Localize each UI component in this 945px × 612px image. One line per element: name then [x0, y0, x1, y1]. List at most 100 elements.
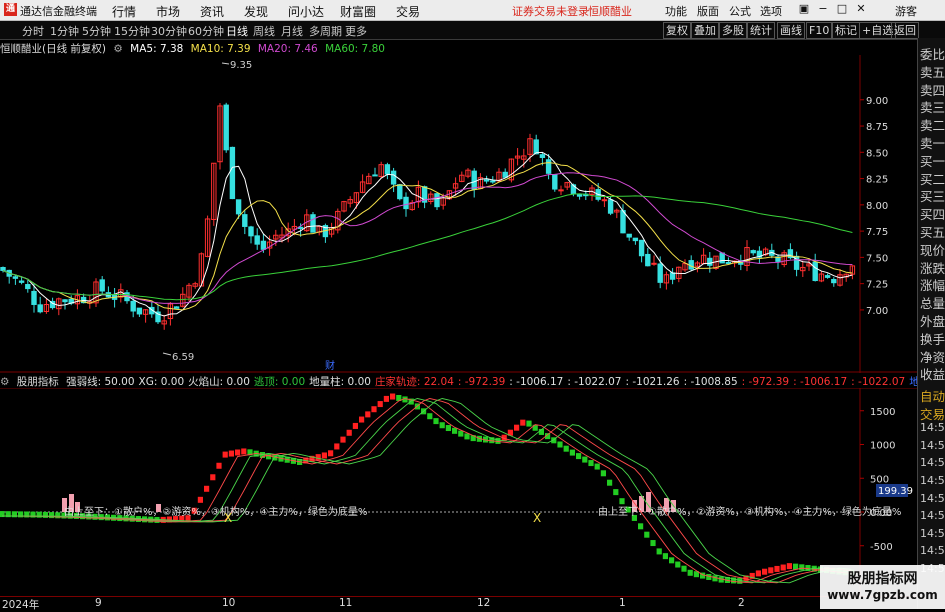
tab-monthly[interactable]: 月线	[281, 23, 303, 39]
menu-gongneng[interactable]: 功能	[665, 3, 687, 19]
price-tick-label: 8.00	[866, 201, 888, 212]
mark-button[interactable]: 标记	[832, 22, 860, 39]
sidebar-label: 卖一	[920, 136, 945, 151]
f10-button[interactable]: F10	[806, 22, 833, 39]
login-status[interactable]: 证券交易未登录	[512, 3, 589, 19]
ma20-label: MA20: 7.46	[257, 43, 318, 55]
indicator-value: 强弱线: 50.00	[66, 376, 135, 388]
guest-label[interactable]: 游客	[895, 3, 917, 19]
minimize-icon[interactable]: −	[816, 2, 830, 16]
kline-chart[interactable]: 9.00 8.75 8.50 8.25 8.00 7.75 7.50 7.25 7.00 9.3…	[0, 55, 917, 373]
candle-body	[434, 193, 440, 208]
candle-body	[136, 307, 143, 315]
trend-block	[582, 456, 588, 463]
menu-caifuquan[interactable]: 财富圈	[340, 3, 376, 20]
tab-more[interactable]: 更多	[345, 23, 367, 39]
trend-block	[328, 450, 334, 457]
candle-body	[824, 275, 831, 278]
ind-tick-label: -500	[870, 542, 893, 553]
maximize-icon[interactable]: □	[835, 2, 849, 16]
tab-15min[interactable]: 15分钟	[114, 23, 150, 39]
trend-block	[594, 463, 600, 470]
candle-body	[235, 199, 242, 215]
smooth-line	[2, 398, 852, 584]
menu-shichang[interactable]: 市场	[156, 3, 180, 20]
sidebar-time: 14:56	[920, 544, 945, 558]
menu-zixun[interactable]: 资讯	[200, 3, 224, 20]
candle-body	[403, 196, 409, 210]
menu-gongshi[interactable]: 公式	[729, 3, 751, 19]
indicator-value: 庄家轨迹: 22.04	[374, 376, 454, 388]
sidebar-label: 涨幅	[920, 278, 945, 294]
trend-block	[588, 460, 594, 467]
trend-block	[520, 419, 526, 426]
trend-block	[445, 425, 451, 432]
ind-tick-label: 1000	[870, 441, 895, 452]
date-axis: 2024年 9 10 11 12 1 2	[0, 596, 917, 611]
trend-block	[687, 569, 693, 576]
trend-block	[340, 436, 346, 443]
indicator-value: 地量柱: 0.00	[309, 376, 371, 388]
ma60-line	[2, 193, 853, 301]
menu-faxian[interactable]: 发现	[244, 3, 268, 20]
sidebar-time: 14:56	[920, 509, 945, 523]
multistock-button[interactable]: 多股	[719, 22, 747, 39]
watermark-url: www.7gpzb.com	[827, 588, 938, 602]
skin-icon[interactable]: ▣	[797, 2, 811, 16]
candle-body	[31, 290, 37, 305]
sidebar-label: 换手	[920, 331, 945, 347]
overlay-button[interactable]: 叠加	[691, 22, 719, 39]
tab-multi-period[interactable]: 多周期	[309, 23, 342, 39]
tab-weekly[interactable]: 周线	[253, 23, 275, 39]
menu-wenxiaoda[interactable]: 问小达	[288, 3, 324, 20]
ma-legend: 恒顺醋业(日线 前复权) ⚙ MA5: 7.38 MA10: 7.39 MA20…	[0, 41, 389, 55]
tab-30min[interactable]: 30分钟	[151, 23, 187, 39]
low-price-label: 6.59	[172, 352, 194, 363]
candle-body	[638, 239, 645, 257]
stats-button[interactable]: 统计	[747, 22, 775, 39]
close-icon[interactable]: ✕	[854, 2, 868, 16]
trend-block	[55, 512, 61, 519]
fuquan-button[interactable]: 复权	[663, 22, 691, 39]
indicator-value: : -972.39	[741, 376, 790, 388]
settings-gear-icon[interactable]: ⚙	[113, 43, 122, 55]
high-price-label: 9.35	[230, 60, 252, 71]
event-marker-icon[interactable]: 财	[325, 359, 335, 372]
watermark-title: 股朋指标网	[847, 571, 918, 587]
trend-block	[241, 448, 247, 455]
tab-daily[interactable]: 日线	[226, 23, 248, 39]
candle-body	[651, 262, 657, 265]
indicator-name: 股朋指标	[16, 376, 59, 388]
trend-block	[210, 474, 216, 481]
menu-hangqing[interactable]: 行情	[112, 3, 136, 20]
draw-line-button[interactable]: 画线	[777, 22, 805, 39]
trend-block	[762, 568, 768, 575]
tab-fenshi[interactable]: 分时	[22, 23, 44, 39]
candle-body	[372, 174, 378, 177]
candle-body	[248, 226, 254, 237]
x-tick: 2024年	[2, 599, 40, 611]
sidebar-label: 委比	[920, 47, 945, 62]
indicator-chart[interactable]: 150010005000.00-500 由上至下：①散户%，②游资%，③机构%，…	[0, 388, 917, 596]
trend-block	[681, 565, 687, 572]
trend-block	[786, 563, 792, 570]
trend-block	[383, 395, 389, 402]
menu-xuanxiang[interactable]: 选项	[760, 3, 782, 19]
candle-body	[384, 164, 391, 175]
tab-60min[interactable]: 60分钟	[188, 23, 224, 39]
tab-5min[interactable]: 5分钟	[82, 23, 111, 39]
tab-1min[interactable]: 1分钟	[50, 23, 79, 39]
trend-block	[204, 485, 210, 492]
trend-block	[216, 462, 222, 469]
menu-jiaoyi[interactable]: 交易	[396, 3, 420, 20]
back-button[interactable]: 返回	[891, 22, 919, 39]
menu-banmian[interactable]: 版面	[697, 3, 719, 19]
candle-body	[620, 210, 626, 234]
ma10-line	[2, 162, 853, 311]
candle-body	[576, 194, 583, 197]
indicator-value: : -1006.17	[509, 376, 564, 388]
indicator-settings-icon[interactable]: ⚙	[0, 376, 9, 388]
x-tick: 12	[477, 597, 491, 609]
trend-block	[755, 570, 761, 577]
trend-block	[228, 450, 234, 457]
